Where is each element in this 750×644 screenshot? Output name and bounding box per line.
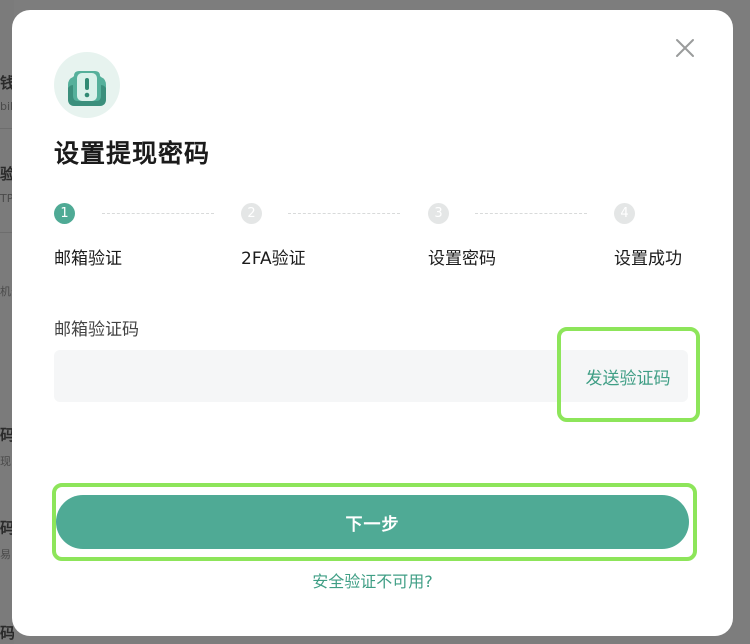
step-4-label: 设置成功 [614,249,682,269]
step-2-label: 2FA验证 [241,249,306,269]
background-text: 码 [0,624,14,642]
step-4-indicator: 4 [614,203,635,224]
step-connector [475,213,587,214]
withdraw-password-dialog: 设置提现密码 1 2 3 4 邮箱验证 2FA验证 设置密码 设置成功 邮箱验证… [12,10,733,636]
step-3-label: 设置密码 [428,249,496,269]
close-button[interactable] [673,36,697,60]
step-connector [102,213,214,214]
step-2-indicator: 2 [241,203,262,224]
step-1-indicator: 1 [54,203,75,224]
step-1-label: 邮箱验证 [54,249,122,269]
email-code-input[interactable] [54,350,524,402]
shield-warning-icon [68,71,106,106]
send-code-button[interactable]: 发送验证码 [568,350,688,402]
email-code-label: 邮箱验证码 [54,320,139,340]
header-badge [54,52,120,118]
step-connector [288,213,400,214]
step-3-indicator: 3 [428,203,449,224]
close-icon [676,39,694,57]
security-verification-unavailable-link[interactable]: 安全验证不可用? [12,568,733,592]
dialog-title: 设置提现密码 [54,139,211,168]
next-step-button[interactable]: 下一步 [56,495,689,549]
